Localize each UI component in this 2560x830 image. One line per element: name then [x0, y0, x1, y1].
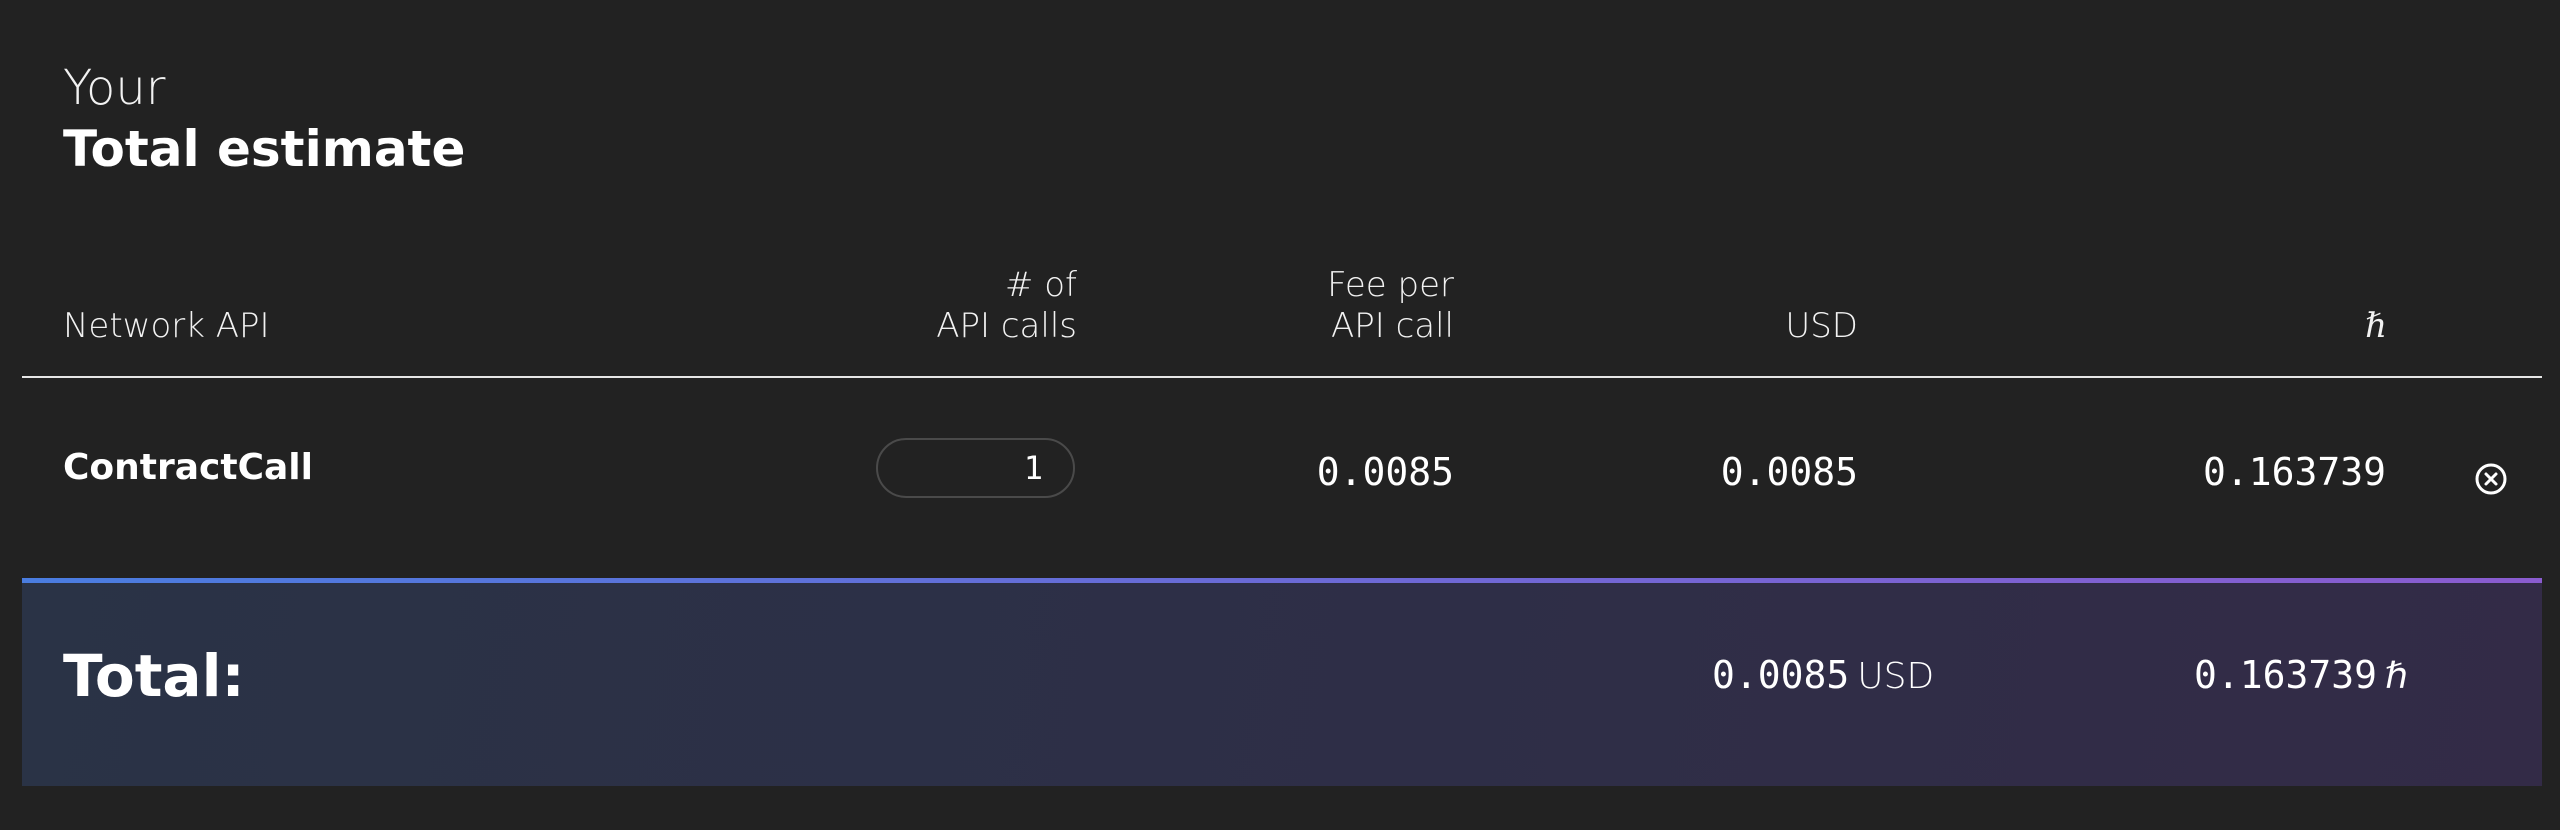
total-label: Total:	[63, 642, 245, 710]
header-hbar: ℏ	[2365, 306, 2387, 346]
header-usd: USD	[1785, 306, 1858, 346]
header-divider	[22, 376, 2542, 378]
estimate-panel: Your Total estimate Network API # of API…	[0, 0, 2560, 830]
header-api-calls: # of API calls	[936, 265, 1077, 347]
total-accent-bar	[22, 578, 2542, 583]
total-hbar-unit: ℏ	[2385, 656, 2408, 697]
row-usd-value: 0.0085	[1720, 450, 1858, 494]
row-fee-value: 0.0085	[1316, 450, 1454, 494]
total-usd-unit: USD	[1857, 656, 1935, 697]
api-calls-input[interactable]	[876, 438, 1075, 498]
header-fee-per-call: Fee per API call	[1327, 265, 1454, 347]
heading-total-estimate: Total estimate	[63, 120, 466, 178]
row-hbar-value: 0.163739	[2202, 450, 2386, 494]
header-fee-line1: Fee per	[1327, 265, 1454, 305]
heading-your: Your	[63, 60, 166, 116]
total-hbar-value: 0.163739	[2194, 653, 2378, 697]
row-api-name: ContractCall	[63, 447, 313, 488]
total-usd: 0.0085 USD	[1712, 650, 1934, 708]
header-network-api: Network API	[63, 306, 270, 346]
header-fee-line2: API call	[1330, 306, 1454, 346]
total-hbar: 0.163739 ℏ	[2194, 650, 2408, 708]
total-section: Total: 0.0085 USD 0.163739 ℏ	[22, 578, 2542, 786]
header-api-calls-line1: # of	[1004, 265, 1077, 305]
header-api-calls-line2: API calls	[936, 306, 1077, 346]
total-usd-value: 0.0085	[1712, 653, 1850, 697]
estimate-heading: Your Total estimate	[63, 58, 465, 180]
remove-row-button[interactable]	[2474, 462, 2508, 496]
close-circle-icon	[2475, 463, 2507, 495]
